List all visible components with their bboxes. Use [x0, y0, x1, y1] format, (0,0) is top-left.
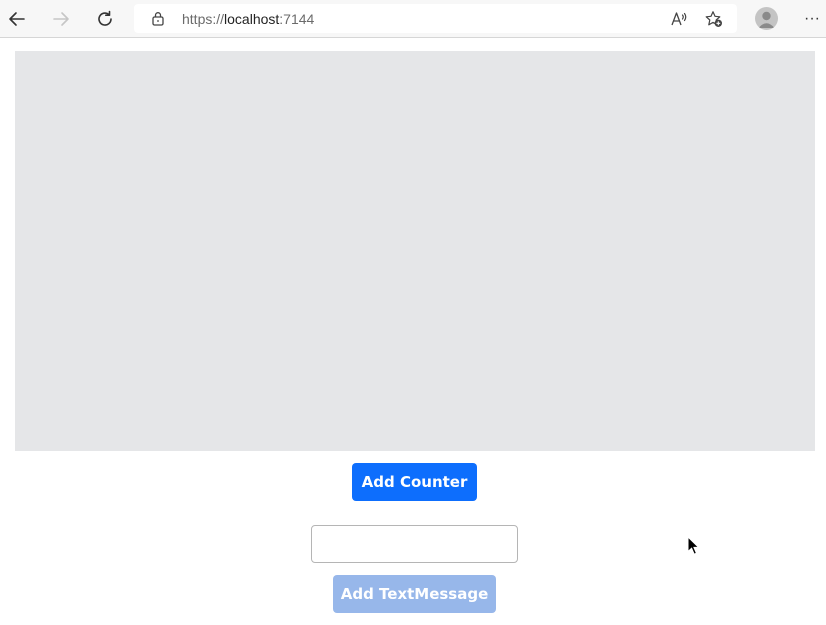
lock-icon[interactable] — [151, 11, 165, 26]
read-aloud-icon[interactable] — [670, 10, 688, 28]
url-scheme: https:// — [182, 11, 225, 27]
url-text[interactable]: https://localhost:7144 — [182, 11, 314, 27]
add-text-message-button[interactable]: Add TextMessage — [333, 575, 496, 613]
url-host: localhost — [224, 11, 280, 27]
mouse-pointer-icon — [687, 536, 700, 555]
reload-button[interactable] — [91, 5, 119, 33]
address-bar[interactable]: https://localhost:7144 — [134, 4, 737, 33]
more-label: ··· — [804, 10, 820, 27]
back-button[interactable] — [3, 5, 31, 33]
text-message-input[interactable] — [311, 525, 518, 563]
arrow-right-icon — [53, 12, 69, 26]
forward-button[interactable] — [47, 5, 75, 33]
avatar-icon[interactable] — [755, 7, 778, 30]
avatar-silhouette — [758, 11, 775, 28]
browser-toolbar: https://localhost:7144 ··· — [0, 0, 826, 38]
arrow-left-icon — [9, 12, 25, 26]
url-port: :7144 — [279, 11, 315, 27]
ellipsis-icon[interactable]: ··· — [799, 8, 825, 30]
star-add-icon[interactable] — [705, 10, 723, 28]
content-panel — [15, 51, 815, 451]
reload-icon — [98, 10, 112, 26]
add-counter-button[interactable]: Add Counter — [352, 463, 477, 501]
